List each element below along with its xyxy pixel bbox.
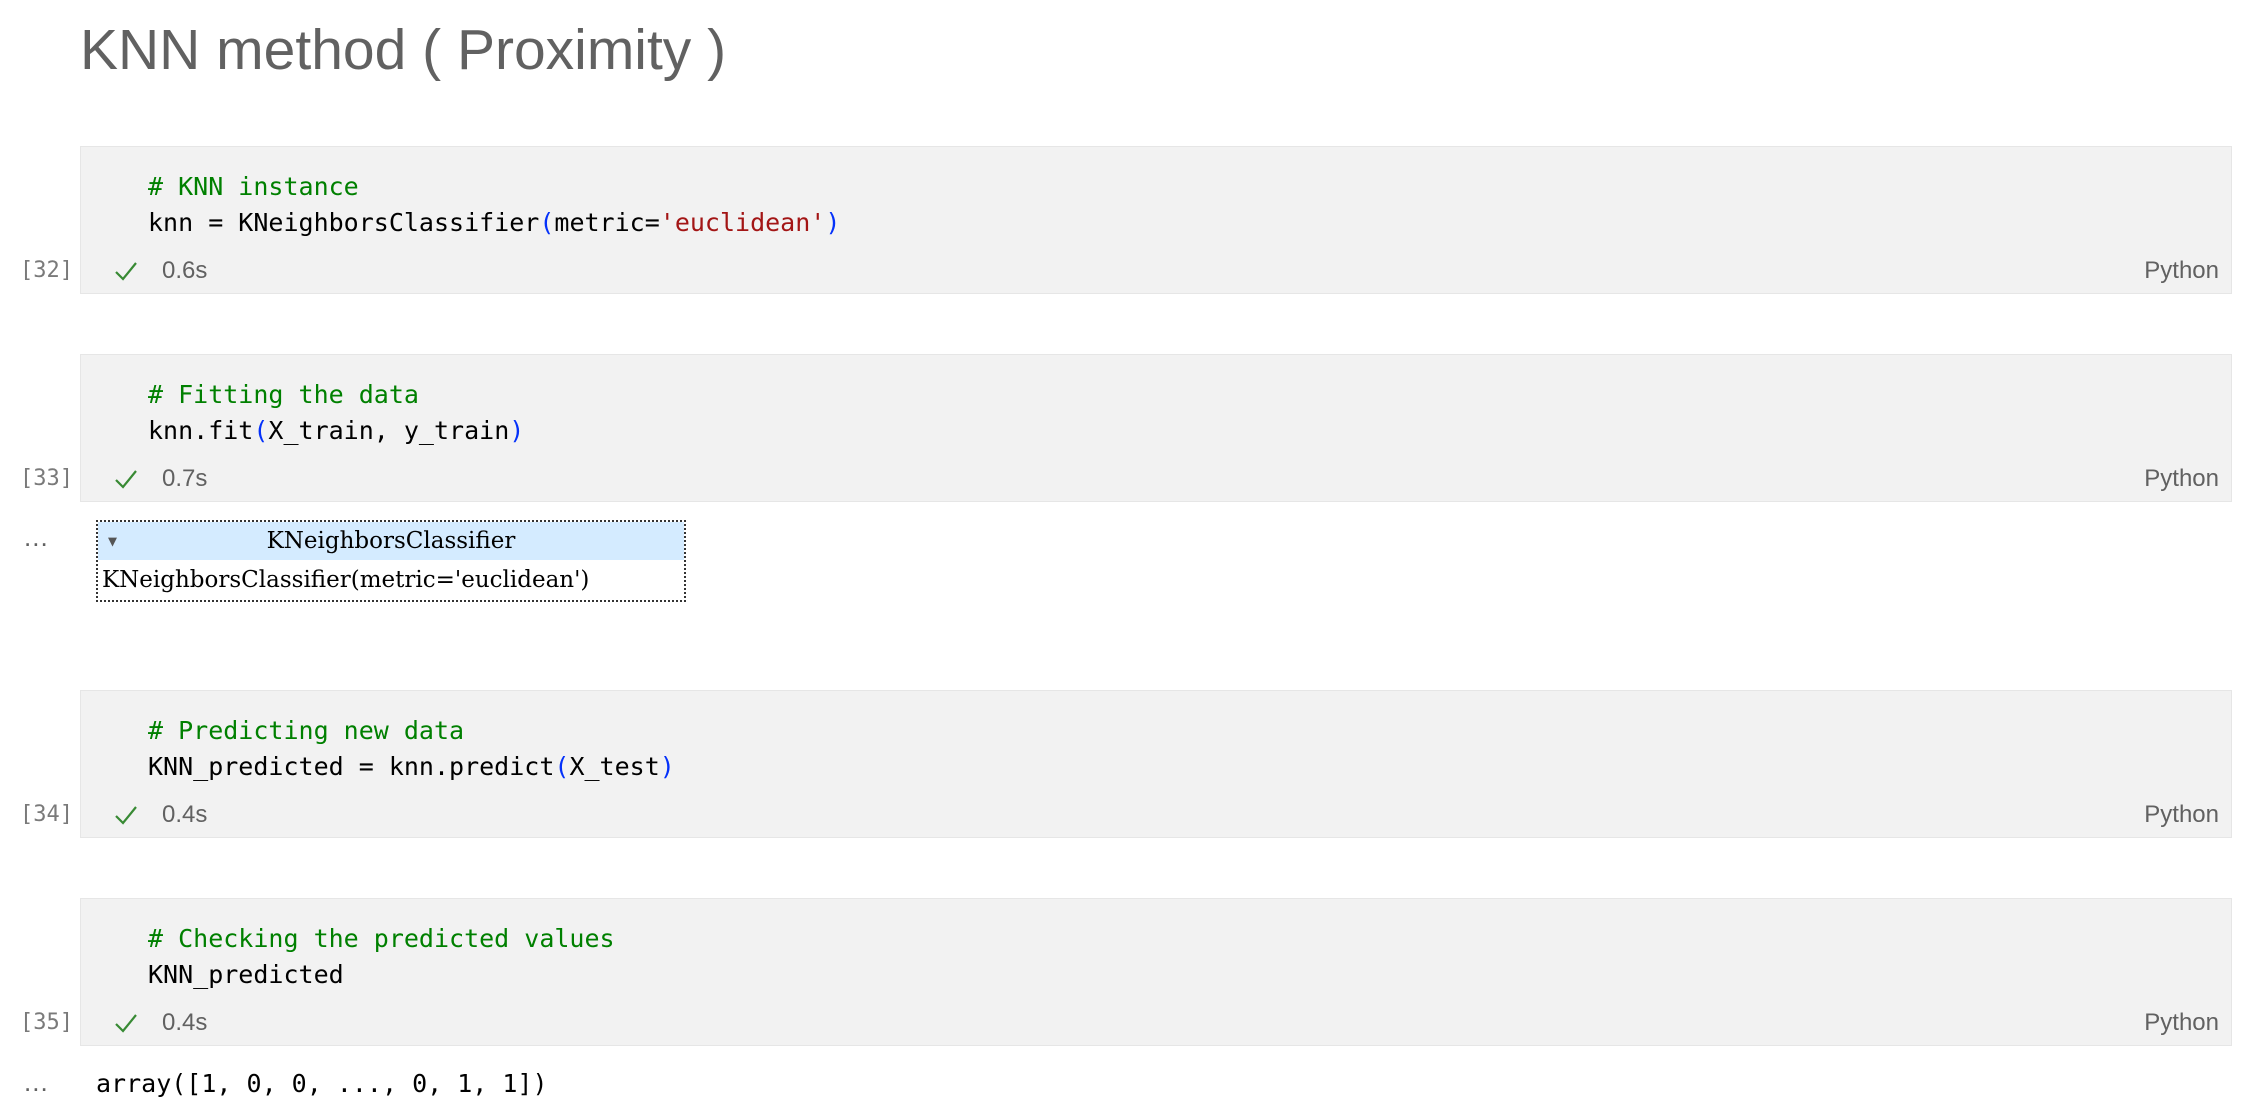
code-cell[interactable]: # Predicting new data KNN_predicted = knn… xyxy=(80,690,2232,838)
code-paren: ( xyxy=(554,752,570,781)
execution-duration: 0.7s xyxy=(162,465,208,492)
code-comment: # Fitting the data xyxy=(148,380,419,409)
code-line: KNN_predicted = knn.predict(X_test) xyxy=(148,749,675,785)
markdown-heading: KNN method ( Proximity ) xyxy=(80,18,727,82)
code-text: metric= xyxy=(554,208,660,237)
language-selector[interactable]: Python xyxy=(2144,799,2219,831)
language-selector[interactable]: Python xyxy=(2144,463,2219,495)
execution-count: [33] xyxy=(20,466,73,491)
code-cell[interactable]: # Checking the predicted values KNN_predi… xyxy=(80,898,2232,1046)
execution-count: [35] xyxy=(20,1010,73,1035)
code-paren: ) xyxy=(659,752,675,781)
execution-status: 0.6s xyxy=(113,255,207,287)
code-line: knn.fit(X_train, y_train) xyxy=(148,413,524,449)
estimator-title: KNeighborsClassifier xyxy=(266,528,516,554)
ellipsis-icon[interactable]: ... xyxy=(24,524,49,550)
code-text: KNN_predicted xyxy=(148,960,344,989)
code-text: X_test xyxy=(569,752,660,781)
code-editor[interactable]: # KNN instance knn = KNeighborsClassifier… xyxy=(148,169,840,241)
code-editor[interactable]: # Checking the predicted values KNN_predi… xyxy=(148,921,615,993)
code-line: KNN_predicted xyxy=(148,957,615,993)
code-text: knn.fit xyxy=(148,416,254,445)
output-text: array([1, 0, 0, ..., 0, 1, 1]) xyxy=(96,1069,548,1098)
code-cell[interactable]: # Fitting the data knn.fit(X_train, y_tra… xyxy=(80,354,2232,502)
estimator-repr: KNeighborsClassifier(metric='euclidean') xyxy=(102,567,590,593)
check-icon xyxy=(115,806,137,825)
code-text: knn = KNeighborsClassifier xyxy=(148,208,540,237)
code-paren: ( xyxy=(539,208,555,237)
execution-status: 0.4s xyxy=(113,1007,207,1039)
language-selector[interactable]: Python xyxy=(2144,255,2219,287)
estimator-output: ▼ KNeighborsClassifier KNeighborsClassif… xyxy=(96,520,686,602)
check-icon xyxy=(115,1014,137,1033)
ellipsis-icon[interactable]: ... xyxy=(24,1069,49,1095)
code-comment: # Predicting new data xyxy=(148,716,465,745)
execution-count: [32] xyxy=(20,258,73,283)
code-text: X_train, y_train xyxy=(268,416,510,445)
code-string: 'euclidean' xyxy=(659,208,826,237)
code-paren: ) xyxy=(825,208,841,237)
code-editor[interactable]: # Fitting the data knn.fit(X_train, y_tra… xyxy=(148,377,524,449)
check-icon xyxy=(115,470,137,489)
check-icon xyxy=(115,262,137,281)
execution-duration: 0.4s xyxy=(162,1009,208,1036)
code-paren: ) xyxy=(509,416,525,445)
estimator-toggle[interactable]: ▼ KNeighborsClassifier xyxy=(98,522,684,560)
language-selector[interactable]: Python xyxy=(2144,1007,2219,1039)
code-editor[interactable]: # Predicting new data KNN_predicted = knn… xyxy=(148,713,675,785)
code-comment: # KNN instance xyxy=(148,172,359,201)
code-line: knn = KNeighborsClassifier(metric='eucli… xyxy=(148,205,840,241)
execution-duration: 0.4s xyxy=(162,801,208,828)
execution-duration: 0.6s xyxy=(162,257,208,284)
execution-status: 0.7s xyxy=(113,463,207,495)
code-paren: ( xyxy=(253,416,269,445)
code-text: KNN_predicted = knn.predict xyxy=(148,752,555,781)
code-comment: # Checking the predicted values xyxy=(148,924,615,953)
execution-status: 0.4s xyxy=(113,799,207,831)
code-cell[interactable]: # KNN instance knn = KNeighborsClassifier… xyxy=(80,146,2232,294)
execution-count: [34] xyxy=(20,802,73,827)
